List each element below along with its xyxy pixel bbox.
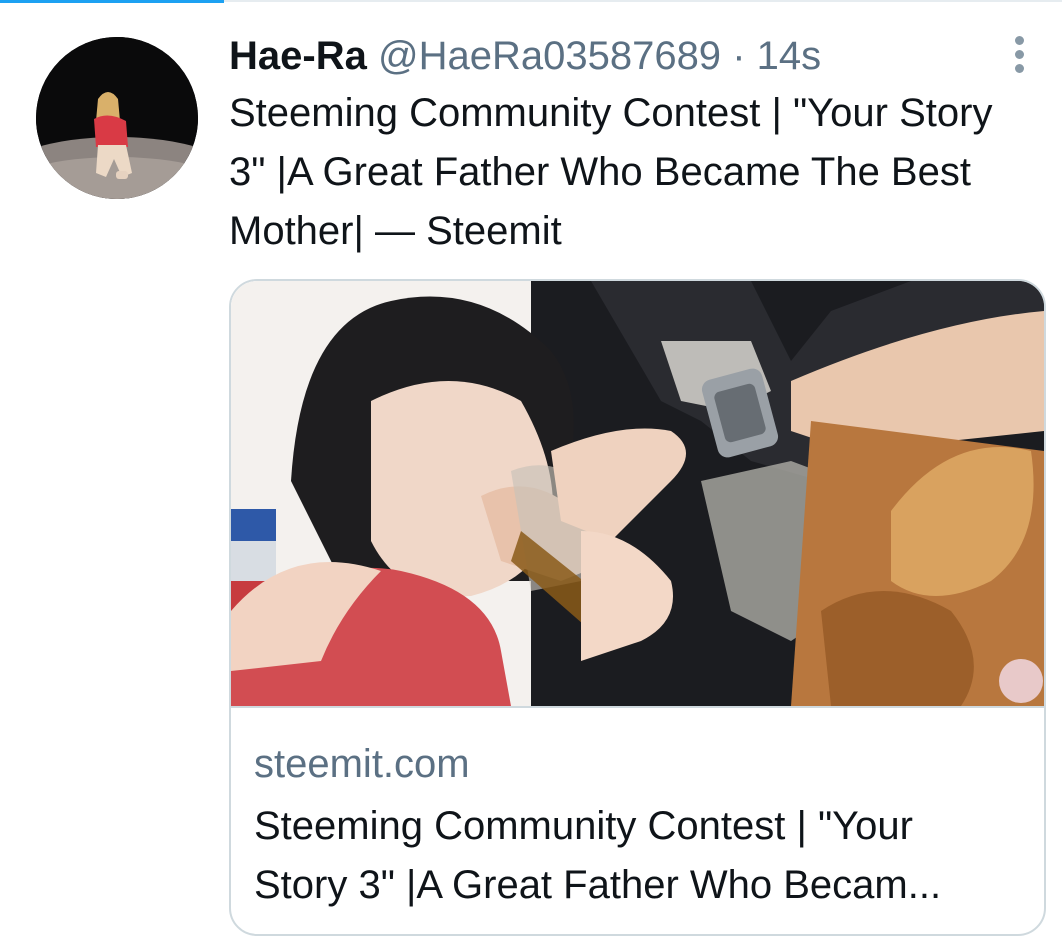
avatar[interactable] bbox=[36, 37, 198, 199]
active-tab-indicator bbox=[0, 0, 224, 3]
profile-photo bbox=[36, 37, 198, 199]
card-divider bbox=[231, 706, 1044, 708]
card-domain: steemit.com bbox=[254, 742, 470, 786]
card-title-line: Steeming Community Contest | "Your bbox=[254, 804, 913, 848]
more-vertical-icon[interactable] bbox=[1004, 34, 1036, 74]
link-preview-photo bbox=[231, 281, 1044, 706]
tweet-text: Steeming Community Contest | "Your Story… bbox=[229, 91, 993, 253]
tweet-header: Hae-Ra @HaeRa03587689 · 14s bbox=[229, 30, 821, 82]
more-dot bbox=[1015, 50, 1024, 59]
card-image[interactable] bbox=[231, 281, 1044, 706]
more-dot bbox=[1015, 36, 1024, 45]
card-title-line: Story 3" |A Great Father Who Becam... bbox=[254, 863, 942, 907]
display-name[interactable]: Hae-Ra bbox=[229, 34, 367, 78]
more-dot bbox=[1015, 64, 1024, 73]
card-title: Steeming Community Contest | "Your Story… bbox=[254, 797, 1014, 915]
separator-dot: · bbox=[732, 34, 746, 78]
user-handle[interactable]: @HaeRa03587689 bbox=[378, 34, 721, 78]
link-card[interactable]: steemit.com Steeming Community Contest |… bbox=[229, 279, 1046, 936]
timestamp[interactable]: 14s bbox=[757, 34, 822, 78]
